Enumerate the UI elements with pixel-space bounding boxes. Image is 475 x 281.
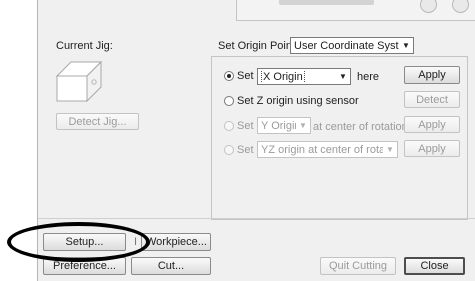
x-origin-select[interactable]: X Origin ▼ bbox=[257, 68, 351, 85]
jig-icon bbox=[55, 60, 103, 103]
cropped-control-1 bbox=[420, 0, 437, 13]
cutting-dialog: Current Jig: Detect Jig... Set Origin Po… bbox=[37, 0, 475, 281]
cropped-label bbox=[279, 0, 374, 5]
set-label-3: Set bbox=[237, 120, 254, 132]
apply-yz-origin-button[interactable]: Apply bbox=[404, 140, 460, 157]
set-x-origin-radio[interactable] bbox=[224, 71, 234, 81]
close-button[interactable]: Close bbox=[404, 257, 465, 275]
set-origin-point-label: Set Origin Point bbox=[218, 40, 296, 52]
set-yz-origin-radio[interactable] bbox=[224, 145, 234, 155]
workpiece-button[interactable]: Workpiece... bbox=[141, 233, 211, 251]
center-of-rotation-label: at center of rotation bbox=[313, 121, 408, 133]
set-label-4: Set bbox=[237, 144, 254, 156]
preference-button[interactable]: Preference... bbox=[43, 257, 126, 275]
detect-jig-button[interactable]: Detect Jig... bbox=[56, 113, 139, 130]
cropped-control-2 bbox=[452, 0, 469, 13]
divider bbox=[38, 218, 475, 219]
yz-origin-value: YZ origin at center of rotation bbox=[261, 143, 383, 156]
chevron-down-icon[interactable]: ▼ bbox=[383, 145, 397, 154]
chevron-down-icon[interactable]: ▼ bbox=[296, 121, 310, 130]
chevron-down-icon[interactable]: ▼ bbox=[336, 72, 350, 81]
apply-y-origin-button[interactable]: Apply bbox=[404, 116, 460, 133]
set-label-1: Set bbox=[237, 70, 254, 82]
quit-cutting-button[interactable]: Quit Cutting bbox=[320, 257, 396, 275]
apply-x-origin-button[interactable]: Apply bbox=[404, 66, 460, 84]
y-origin-select[interactable]: Y Origin ▼ bbox=[257, 117, 311, 134]
current-jig-label: Current Jig: bbox=[56, 40, 113, 52]
set-z-origin-label: Set Z origin using sensor bbox=[237, 95, 359, 107]
coordinate-system-value: User Coordinate System bbox=[294, 39, 399, 52]
set-z-origin-radio[interactable] bbox=[224, 96, 234, 106]
detect-z-button[interactable]: Detect bbox=[404, 91, 460, 108]
y-origin-value: Y Origin bbox=[261, 119, 296, 132]
cut-button[interactable]: Cut... bbox=[131, 257, 211, 275]
set-y-origin-radio[interactable] bbox=[224, 121, 234, 131]
workpiece-prefix: I bbox=[134, 236, 138, 248]
x-origin-value: X Origin bbox=[261, 70, 305, 83]
yz-origin-select[interactable]: YZ origin at center of rotation ▼ bbox=[257, 141, 398, 158]
chevron-down-icon[interactable]: ▼ bbox=[399, 41, 413, 50]
coordinate-system-select[interactable]: User Coordinate System ▼ bbox=[290, 37, 414, 54]
setup-button[interactable]: Setup... bbox=[43, 233, 126, 251]
top-group-box bbox=[236, 0, 475, 21]
here-label: here bbox=[357, 71, 380, 83]
